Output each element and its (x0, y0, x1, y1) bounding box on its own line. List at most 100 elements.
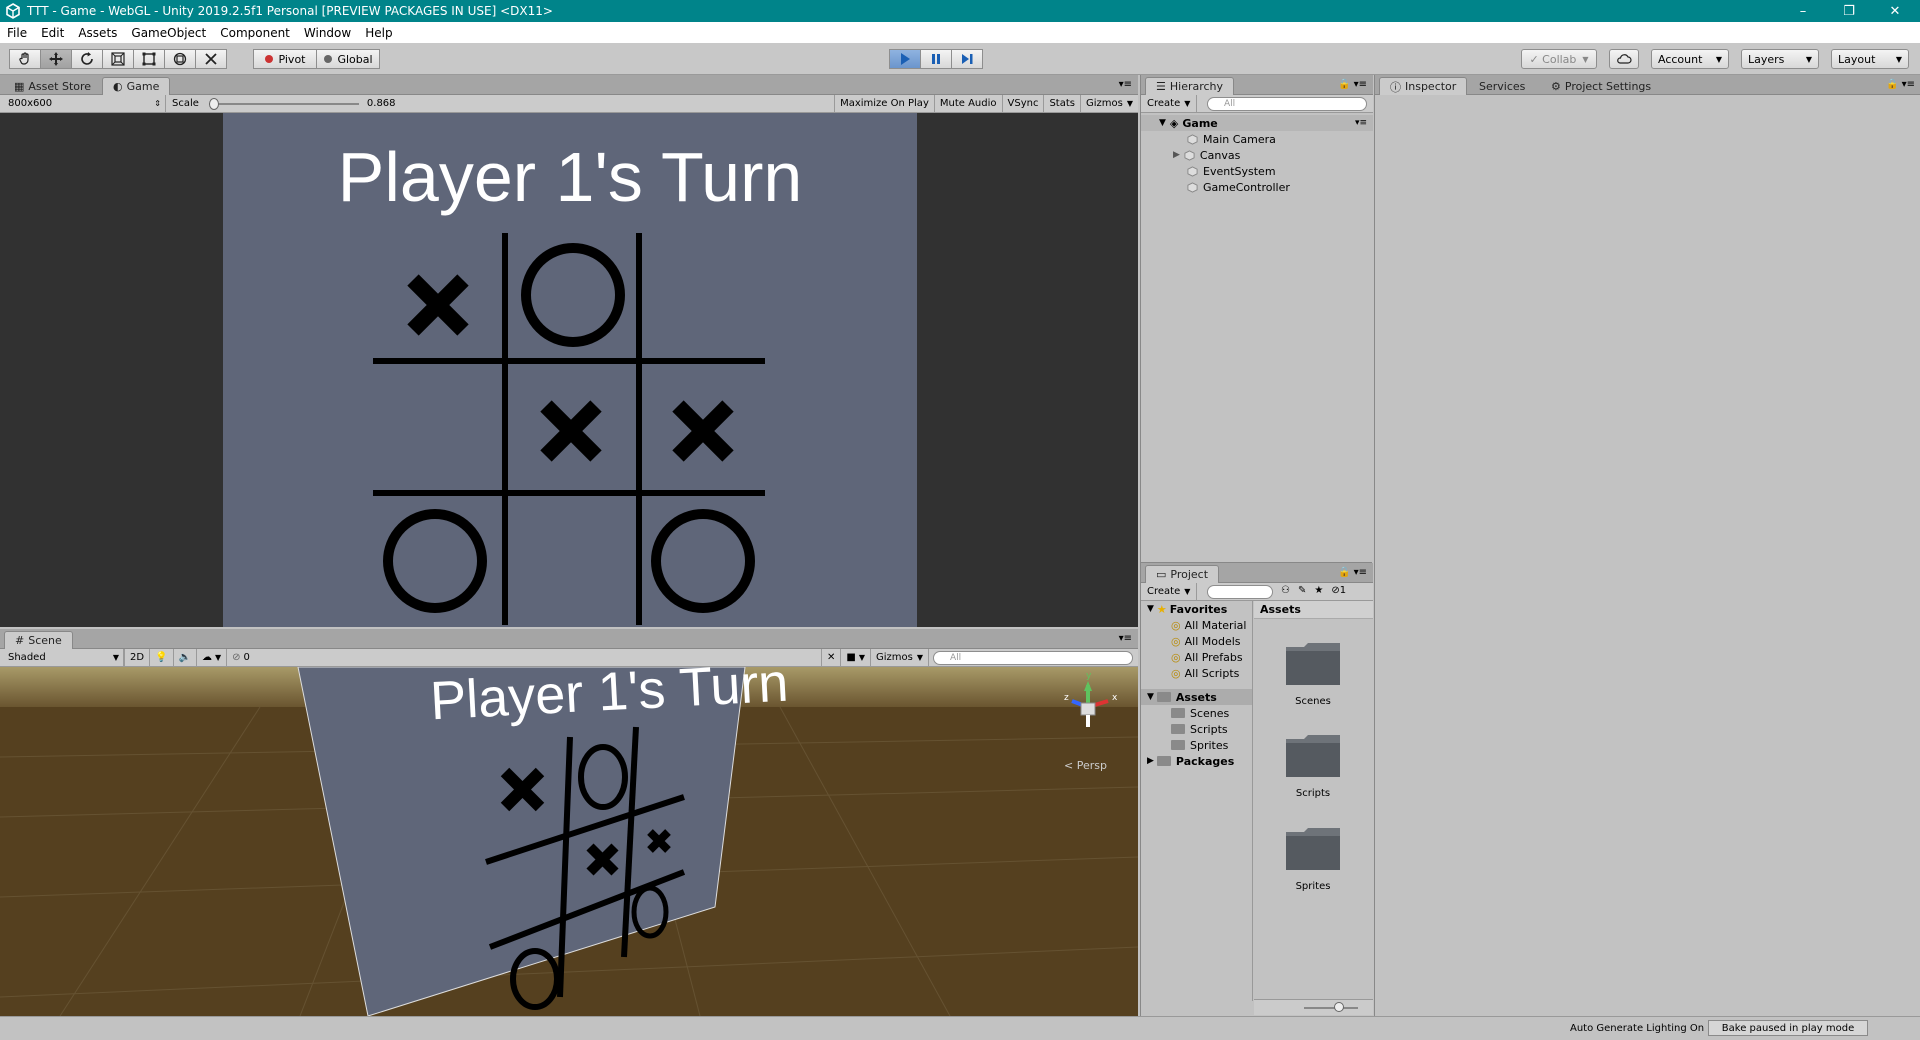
stats-toggle[interactable]: Stats (1043, 94, 1080, 113)
hidden-objects-toggle[interactable]: ⊘ 0 (226, 648, 255, 667)
breadcrumb-assets[interactable]: Assets (1260, 603, 1301, 616)
tab-hierarchy[interactable]: ☰ Hierarchy (1145, 77, 1235, 95)
icon-size-slider[interactable] (1304, 1007, 1358, 1009)
scene-orientation-gizmo[interactable]: y x z (1050, 671, 1130, 747)
board-cell-0[interactable] (407, 274, 469, 336)
rect-tool-icon[interactable] (133, 49, 165, 69)
expand-arrow-icon[interactable]: ▶ (1173, 150, 1180, 160)
favorite-item[interactable]: ◎ All Material (1141, 617, 1252, 633)
shading-mode-dropdown[interactable]: Shaded ▼ (0, 648, 124, 667)
layout-dropdown[interactable]: Layout ▼ (1831, 49, 1909, 69)
scene-view[interactable]: Player 1's Turn y x z < Persp (0, 667, 1138, 1016)
close-button[interactable]: ✕ (1872, 0, 1918, 22)
effects-dropdown[interactable]: ☁ ▼ (195, 648, 226, 667)
menu-gameobject[interactable]: GameObject (124, 26, 213, 40)
project-search-input[interactable] (1207, 585, 1273, 599)
gizmos-toggle[interactable]: Gizmos ▼ (1079, 94, 1138, 113)
hierarchy-item[interactable]: GameController (1141, 179, 1373, 195)
board-cell-5[interactable] (672, 400, 734, 462)
search-by-label-icon[interactable]: ✎ (1298, 585, 1306, 596)
hand-tool-icon[interactable] (9, 49, 41, 69)
lock-icon[interactable]: 🔒 ▾≡ (1338, 567, 1367, 578)
tab-project[interactable]: ▭ Project (1145, 565, 1220, 583)
menu-help[interactable]: Help (358, 26, 399, 40)
favorite-item[interactable]: ◎ All Models (1141, 633, 1252, 649)
scale-slider-thumb[interactable] (208, 97, 219, 110)
panel-menu-icon[interactable]: ▾≡ (1119, 633, 1132, 644)
scale-slider[interactable] (208, 97, 359, 110)
favorite-item[interactable]: ◎ All Prefabs (1141, 649, 1252, 665)
vsync-toggle[interactable]: VSync (1001, 94, 1044, 113)
move-tool-icon[interactable] (40, 49, 72, 69)
tab-services[interactable]: Services (1469, 77, 1535, 95)
layers-dropdown[interactable]: Layers ▼ (1741, 49, 1819, 69)
maximize-on-play-toggle[interactable]: Maximize On Play (834, 94, 934, 113)
step-button[interactable] (951, 49, 983, 69)
tab-project-settings[interactable]: ⚙ Project Settings (1541, 77, 1661, 95)
project-create-dropdown[interactable]: Create ▼ (1141, 582, 1198, 601)
packages-root-row[interactable]: ▶ Packages (1141, 753, 1252, 769)
cloud-button[interactable] (1609, 49, 1639, 69)
board-cell-2[interactable] (645, 233, 765, 355)
assets-root-row[interactable]: ▼ Assets (1141, 689, 1252, 705)
search-by-type-icon[interactable]: ⚇ (1281, 585, 1290, 596)
restore-button[interactable]: ❐ (1826, 0, 1872, 22)
asset-folder-item[interactable]: Scripts (1141, 721, 1252, 737)
play-button[interactable] (889, 49, 921, 69)
board-cell-7[interactable] (511, 499, 633, 625)
asset-grid-item[interactable]: Sprites (1281, 824, 1345, 892)
tab-scene[interactable]: # Scene (4, 631, 73, 649)
bake-progress-bar[interactable]: Bake paused in play mode (1708, 1020, 1868, 1036)
transform-tool-icon[interactable] (164, 49, 196, 69)
favorite-item[interactable]: ◎ All Scripts (1141, 665, 1252, 681)
pause-button[interactable] (920, 49, 952, 69)
camera-dropdown[interactable]: ■ ▼ (840, 648, 870, 667)
global-toggle[interactable]: Global (316, 49, 380, 69)
mute-audio-toggle[interactable]: Mute Audio (933, 94, 1002, 113)
rotate-tool-icon[interactable] (71, 49, 103, 69)
panel-menu-icon[interactable]: ▾≡ (1119, 79, 1132, 90)
board-cell-3[interactable] (373, 367, 499, 487)
asset-grid-item[interactable]: Scenes (1281, 639, 1345, 707)
icon-size-slider-thumb[interactable] (1334, 1002, 1344, 1012)
favorite-star-icon[interactable]: ★ (1314, 585, 1323, 596)
scene-menu-icon[interactable]: ▾≡ (1355, 118, 1367, 128)
menu-file[interactable]: File (0, 26, 34, 40)
hidden-packages-icon[interactable]: ⊘1 (1331, 585, 1346, 596)
lock-icon[interactable]: 🔒 ▾≡ (1886, 79, 1915, 90)
board-cell-1[interactable] (521, 243, 625, 347)
board-cell-4[interactable] (540, 400, 602, 462)
hierarchy-create-dropdown[interactable]: Create ▼ (1141, 94, 1198, 113)
scale-tool-icon[interactable] (102, 49, 134, 69)
menu-assets[interactable]: Assets (71, 26, 124, 40)
asset-folder-item[interactable]: Sprites (1141, 737, 1252, 753)
asset-grid-item[interactable]: Scripts (1281, 731, 1345, 799)
hierarchy-item[interactable]: Main Camera (1141, 131, 1373, 147)
lighting-toggle[interactable]: 💡 (149, 648, 172, 667)
hierarchy-item[interactable]: EventSystem (1141, 163, 1373, 179)
scene-search-input[interactable]: All (933, 650, 1133, 665)
collab-dropdown[interactable]: ✓ Collab ▼ (1521, 49, 1597, 69)
scene-root-row[interactable]: ▼ ◈ Game ▾≡ (1141, 115, 1373, 131)
menu-component[interactable]: Component (213, 26, 297, 40)
menu-window[interactable]: Window (297, 26, 358, 40)
favorites-row[interactable]: ▼ ★ Favorites (1141, 601, 1252, 617)
tab-inspector[interactable]: ⓘ Inspector (1379, 77, 1468, 95)
persp-label[interactable]: < Persp (1064, 759, 1107, 772)
resolution-dropdown[interactable]: 800x600 ⇕ (0, 94, 166, 113)
2d-toggle[interactable]: 2D (124, 648, 149, 667)
tab-asset-store[interactable]: ▦ Asset Store (4, 77, 101, 95)
custom-tool-icon[interactable] (195, 49, 227, 69)
game-view[interactable]: Player 1's Turn (0, 113, 1138, 627)
lock-icon[interactable]: 🔒 ▾≡ (1338, 79, 1367, 90)
minimize-button[interactable]: – (1780, 0, 1826, 22)
asset-folder-item[interactable]: Scenes (1141, 705, 1252, 721)
tools-toggle[interactable]: ✕ (820, 648, 840, 667)
tab-game[interactable]: ◐ Game (102, 77, 171, 95)
account-dropdown[interactable]: Account ▼ (1651, 49, 1729, 69)
hierarchy-item[interactable]: ▶ Canvas (1141, 147, 1373, 163)
scene-gizmos-dropdown[interactable]: Gizmos ▼ (869, 648, 928, 667)
hierarchy-search-input[interactable]: All (1207, 97, 1367, 111)
board-cell-8[interactable] (651, 509, 755, 613)
menu-edit[interactable]: Edit (34, 26, 71, 40)
